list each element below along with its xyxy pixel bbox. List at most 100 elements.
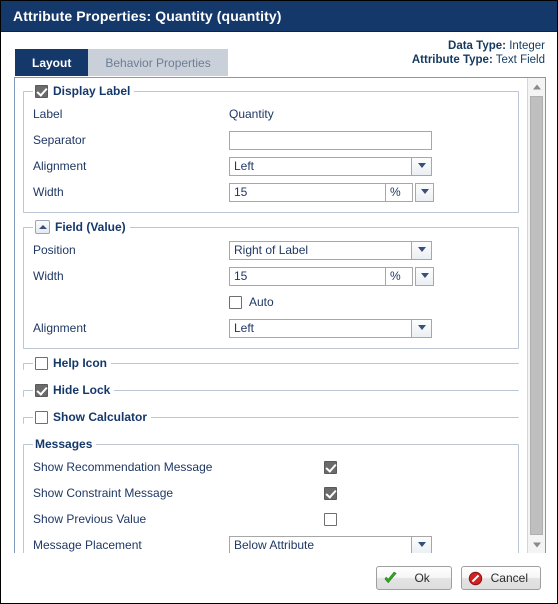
position-select[interactable]: Right of Label (229, 240, 432, 260)
label-width-control: % (229, 182, 434, 202)
row-field-width: Width % (33, 263, 509, 289)
field-alignment-select[interactable]: Left (229, 318, 432, 338)
display-label-title: Display Label (53, 84, 131, 98)
row-separator: Separator (33, 127, 509, 153)
field-alignment-value: Left (229, 318, 411, 338)
layout-panel: Display Label Label Quantity Separator A… (14, 77, 546, 554)
show-previous-value-checkbox[interactable] (324, 512, 337, 526)
field-width-control: % (229, 266, 434, 286)
tab-behavior-properties[interactable]: Behavior Properties (88, 49, 228, 76)
label-alignment-value: Left (229, 156, 411, 176)
panel-scrollbar[interactable] (527, 78, 545, 553)
scrollbar-thumb[interactable] (530, 96, 543, 535)
label-alignment-caption: Alignment (33, 159, 87, 173)
label-alignment-select[interactable]: Left (229, 156, 432, 176)
field-width-unit: % (386, 266, 413, 286)
label-value: Quantity (229, 107, 274, 121)
group-field-value: Field (Value) Position Right of Label Wi… (23, 220, 519, 349)
data-type-line: Data Type: Integer (412, 39, 545, 53)
panel-scroll-area: Display Label Label Quantity Separator A… (15, 78, 527, 553)
data-type-key: Data Type: (448, 40, 506, 52)
show-calculator-label: Show Calculator (53, 410, 148, 424)
show-previous-value-cell (229, 512, 432, 526)
chevron-down-icon[interactable] (411, 156, 432, 176)
chevron-down-icon[interactable] (411, 535, 432, 553)
display-label-checkbox[interactable] (35, 84, 48, 98)
group-show-calculator-legend: Show Calculator (33, 410, 151, 424)
show-constraint-message-checkbox[interactable] (324, 486, 337, 500)
label-width-unit-chevron-down-icon[interactable] (415, 182, 434, 202)
field-width-input[interactable] (229, 266, 386, 286)
collapse-up-icon[interactable] (35, 220, 50, 234)
help-icon-checkbox[interactable] (35, 356, 48, 370)
field-width-unit-chevron-down-icon[interactable] (415, 266, 434, 286)
chevron-down-icon[interactable] (411, 318, 432, 338)
label-width-caption: Width (33, 185, 64, 199)
group-hide-lock-legend: Hide Lock (33, 383, 114, 397)
attribute-properties-dialog: Attribute Properties: Quantity (quantity… (0, 0, 558, 604)
scrollbar-track[interactable] (528, 95, 545, 536)
hide-lock-label: Hide Lock (53, 383, 111, 397)
dialog-titlebar: Attribute Properties: Quantity (quantity… (1, 1, 557, 32)
dialog-footer: Ok Cancel (1, 553, 557, 603)
row-show-previous-value: Show Previous Value (33, 506, 509, 532)
message-placement-caption: Message Placement (33, 538, 142, 552)
group-messages-legend: Messages (33, 437, 96, 451)
group-help-icon-legend: Help Icon (33, 356, 111, 370)
cancel-button[interactable]: Cancel (460, 566, 541, 590)
row-position: Position Right of Label (33, 237, 509, 263)
ok-button-label: Ok (414, 571, 430, 585)
group-messages: Messages Show Recommendation Message Sho… (23, 437, 519, 553)
row-label-width: Width % (33, 179, 509, 205)
red-prohibition-icon (468, 571, 482, 585)
scroll-down-icon[interactable] (528, 536, 545, 553)
dialog-title: Attribute Properties: Quantity (quantity… (13, 8, 282, 24)
group-show-calculator: Show Calculator (23, 410, 519, 424)
scroll-up-icon[interactable] (528, 78, 545, 95)
attribute-type-line: Attribute Type: Text Field (412, 53, 545, 67)
row-auto: Auto (33, 289, 509, 315)
ok-button[interactable]: Ok (375, 566, 452, 590)
messages-title: Messages (35, 437, 93, 451)
group-display-label: Display Label Label Quantity Separator A… (23, 84, 519, 213)
separator-input[interactable] (229, 130, 432, 150)
auto-checkbox[interactable] (229, 295, 242, 309)
dialog-header: Data Type: Integer Attribute Type: Text … (1, 32, 557, 76)
label-width-input[interactable] (229, 182, 386, 202)
show-recommendation-message-checkbox[interactable] (324, 460, 337, 474)
row-label: Label Quantity (33, 101, 509, 127)
hide-lock-checkbox[interactable] (35, 383, 48, 397)
row-label-alignment: Alignment Left (33, 153, 509, 179)
row-show-constraint-message: Show Constraint Message (33, 480, 509, 506)
help-icon-label: Help Icon (53, 356, 108, 370)
field-width-caption: Width (33, 269, 64, 283)
type-info: Data Type: Integer Attribute Type: Text … (412, 39, 545, 67)
show-constraint-message-caption: Show Constraint Message (33, 486, 174, 500)
show-calculator-checkbox[interactable] (35, 410, 48, 424)
position-value: Right of Label (229, 240, 411, 260)
attribute-type-key: Attribute Type: (411, 54, 493, 66)
show-recommendation-message-caption: Show Recommendation Message (33, 460, 213, 474)
green-check-icon (384, 571, 397, 583)
attribute-type-value: Text Field (495, 54, 545, 66)
group-display-label-legend: Display Label (33, 84, 134, 98)
group-field-value-legend: Field (Value) (33, 220, 130, 234)
message-placement-value: Below Attribute (229, 535, 411, 553)
tab-bar: Layout Behavior Properties (15, 49, 228, 76)
field-alignment-caption: Alignment (33, 321, 87, 335)
separator-caption: Separator (33, 133, 86, 147)
row-show-recommendation-message: Show Recommendation Message (33, 454, 509, 480)
chevron-down-icon[interactable] (411, 240, 432, 260)
message-placement-select[interactable]: Below Attribute (229, 535, 432, 553)
tab-layout[interactable]: Layout (15, 49, 89, 76)
cancel-button-label: Cancel (490, 571, 528, 585)
group-hide-lock: Hide Lock (23, 383, 519, 397)
row-field-alignment: Alignment Left (33, 315, 509, 341)
position-caption: Position (33, 243, 76, 257)
label-width-unit: % (386, 182, 413, 202)
show-constraint-message-cell (229, 486, 432, 500)
data-type-value: Integer (509, 40, 545, 52)
show-previous-value-caption: Show Previous Value (33, 512, 147, 526)
field-value-title: Field (Value) (55, 220, 126, 234)
label-caption: Label (33, 107, 63, 121)
